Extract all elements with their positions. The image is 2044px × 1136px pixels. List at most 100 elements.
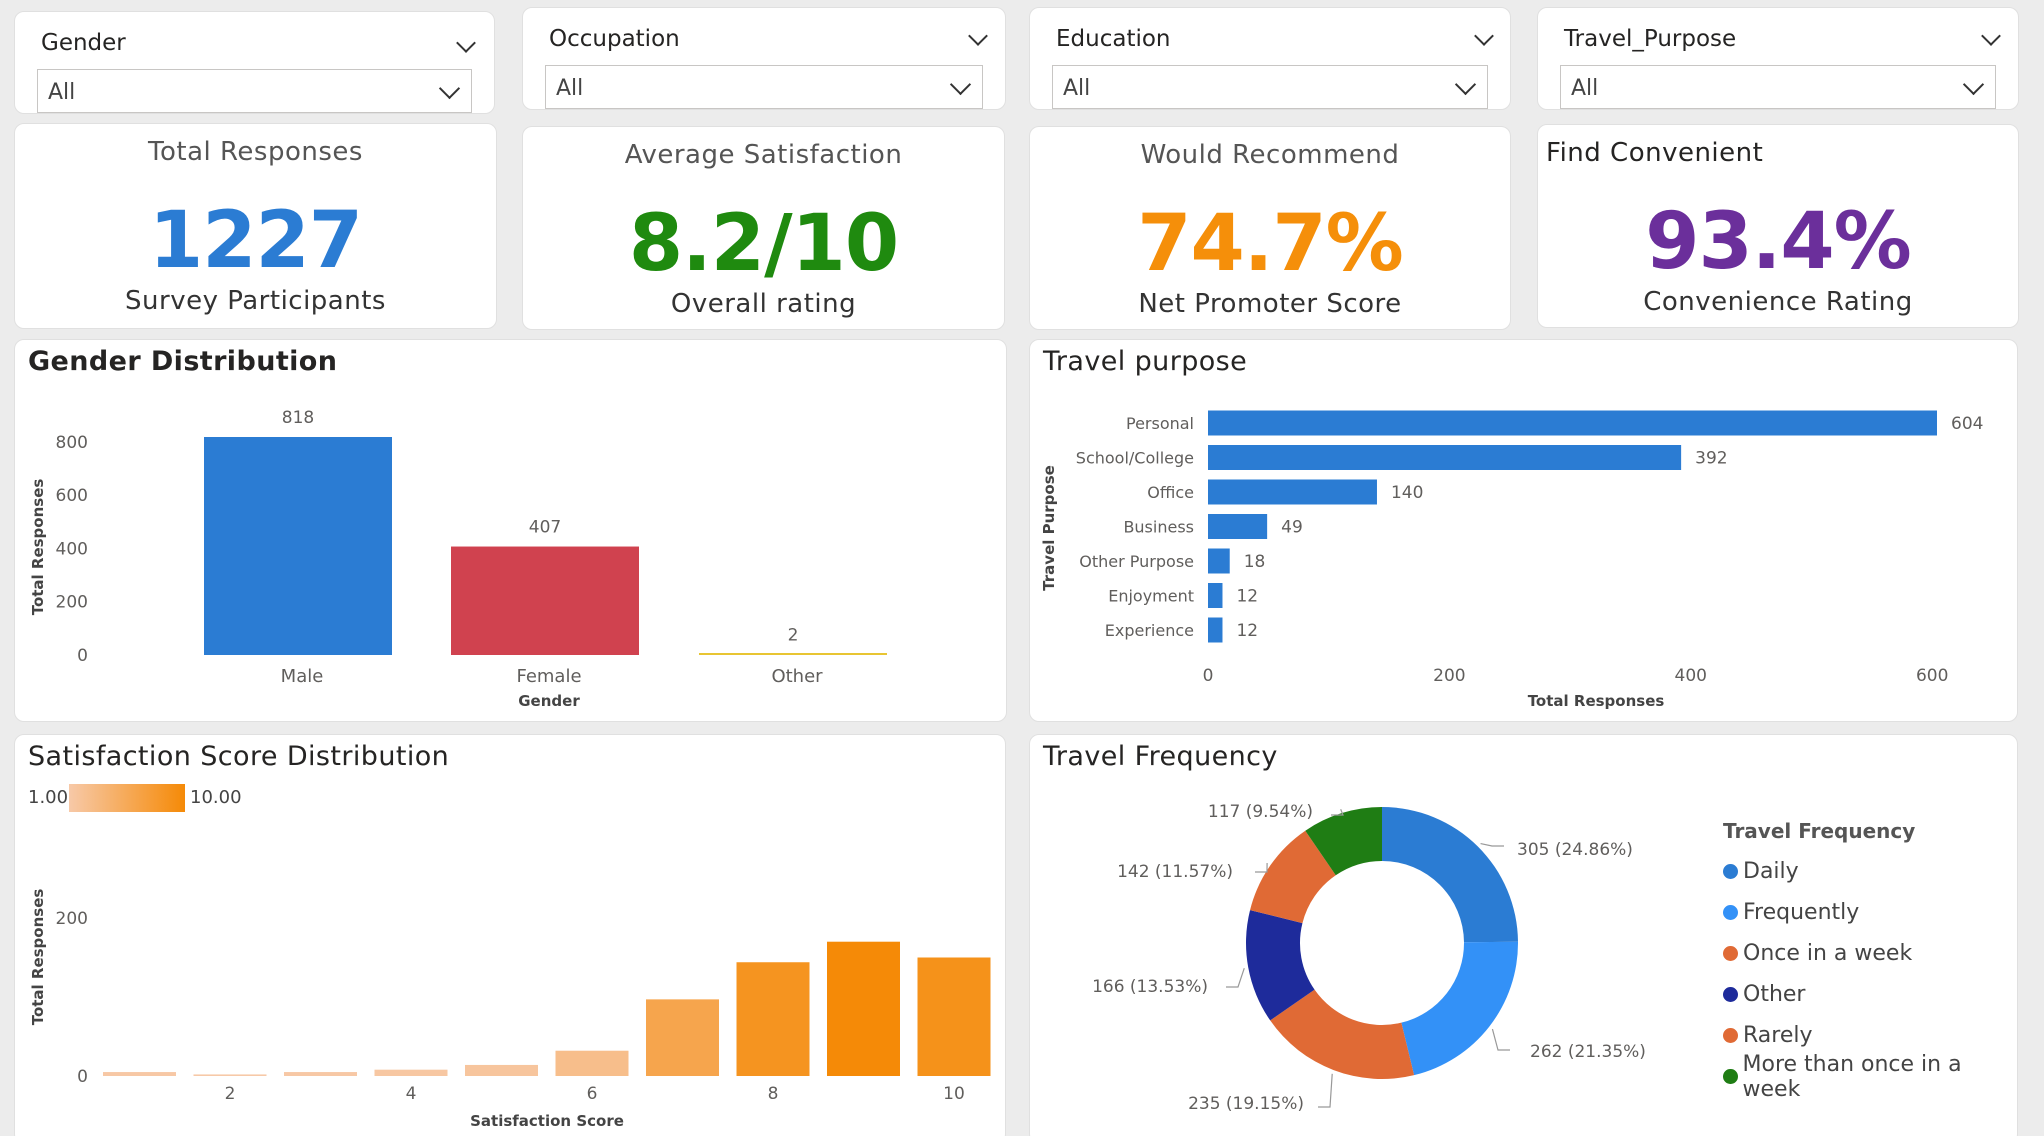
kpi-find-convenient: Find Convenient 93.4% Convenience Rating: [1537, 124, 2019, 328]
x-tick-label: 10: [943, 1084, 965, 1104]
y-tick-label: 200: [56, 593, 88, 613]
satisfaction-bar-chart: 0 200 2 4 6 8 10 Satisfaction Score Total Respon…: [29, 889, 991, 1130]
dropdown-value: All: [48, 80, 76, 105]
gender-dropdown[interactable]: All: [37, 69, 472, 113]
bar-score-2: [193, 1074, 267, 1076]
kpi-subtitle: Survey Participants: [125, 286, 386, 316]
legend-dot: [1723, 1028, 1738, 1043]
chevron-down-icon[interactable]: [949, 73, 972, 96]
gender-slicer[interactable]: Gender All: [14, 11, 495, 114]
travel-frequency-donut-chart: 305 (24.86%) 262 (21.35%) 235 (19.15%) 166 …: [1092, 802, 1646, 1114]
chevron-down-icon[interactable]: [1981, 26, 2001, 46]
education-slicer[interactable]: Education All: [1029, 7, 1511, 110]
legend-dot: [1723, 864, 1738, 879]
data-label: 262 (21.35%): [1530, 1042, 1646, 1062]
dropdown-value: All: [1571, 76, 1599, 101]
data-label: 18: [1244, 552, 1266, 572]
bar-other: [699, 653, 887, 655]
legend-item-frequently[interactable]: Frequently: [1723, 892, 2017, 933]
data-label: 117 (9.54%): [1208, 802, 1313, 822]
legend-label: More than once in a week: [1742, 1051, 1962, 1102]
gender-distribution-chart: Gender Distribution 0 200 400 600 800 818 Male…: [14, 339, 1007, 722]
x-tick-label: 4: [406, 1084, 417, 1104]
bar-score-3: [284, 1072, 357, 1076]
leader-line: [1318, 1073, 1333, 1108]
bar-personal: [1208, 410, 1937, 436]
legend-label: Once in a week: [1743, 941, 1913, 966]
data-label: 392: [1695, 449, 1727, 469]
bar-business: [1208, 514, 1268, 539]
legend-item-once-in-a-week[interactable]: Once in a week: [1723, 933, 2017, 974]
kpi-would-recommend: Would Recommend 74.7% Net Promoter Score: [1029, 126, 1511, 330]
legend-dot: [1723, 946, 1738, 961]
bar-school-college: [1208, 445, 1682, 470]
x-tick-label: Female: [516, 666, 581, 687]
satisfaction-score-chart: Satisfaction Score Distribution 1.00 10.…: [14, 734, 1006, 1136]
chevron-down-icon[interactable]: [968, 26, 988, 46]
legend-item-other[interactable]: Other: [1723, 974, 2017, 1015]
education-dropdown[interactable]: All: [1052, 65, 1488, 109]
occupation-slicer[interactable]: Occupation All: [522, 7, 1006, 110]
legend-dot: [1723, 1069, 1738, 1084]
data-label: 12: [1236, 621, 1258, 641]
x-tick-label: Other: [771, 666, 823, 687]
travel-purpose-dropdown[interactable]: All: [1560, 65, 1996, 109]
y-tick-label: Office: [1147, 483, 1194, 502]
chevron-down-icon[interactable]: [1454, 73, 1477, 96]
slicer-title: Gender: [41, 30, 126, 56]
data-label: 604: [1951, 414, 1983, 434]
kpi-total-responses: Total Responses 1227 Survey Participants: [14, 123, 497, 329]
y-tick-label: 800: [56, 433, 88, 453]
chevron-down-icon[interactable]: [456, 33, 476, 53]
y-tick-label: School/College: [1076, 449, 1194, 468]
y-tick-label: Other Purpose: [1079, 552, 1194, 571]
x-tick-label: 6: [587, 1084, 598, 1104]
y-tick-label: 0: [77, 646, 88, 666]
travel-frequency-chart: Travel Frequency 305 (24.86%) 262 (21.35%…: [1029, 734, 2018, 1136]
chevron-down-icon[interactable]: [438, 77, 461, 100]
x-tick-label: 8: [768, 1084, 779, 1104]
data-label: 235 (19.15%): [1188, 1094, 1304, 1114]
x-tick-label: 0: [1203, 666, 1214, 686]
x-tick-label: 400: [1675, 666, 1707, 686]
data-label: 166 (13.53%): [1092, 977, 1208, 997]
bar-office: [1208, 479, 1377, 505]
kpi-subtitle: Overall rating: [670, 289, 857, 319]
kpi-average-satisfaction: Average Satisfaction 8.2/10 Overall rati…: [522, 126, 1005, 330]
travel-purpose-slicer[interactable]: Travel_Purpose All: [1537, 7, 2019, 110]
legend-title: Travel Frequency: [1723, 819, 1916, 843]
occupation-dropdown[interactable]: All: [545, 65, 983, 109]
leader-line: [1255, 863, 1268, 873]
data-label: 12: [1236, 587, 1258, 607]
legend-item-daily[interactable]: Daily: [1723, 851, 2017, 892]
y-tick-label: Enjoyment: [1108, 587, 1194, 606]
y-axis-title: Total Responses: [29, 889, 47, 1026]
y-tick-label: 400: [56, 539, 88, 559]
legend-label: Other: [1743, 982, 1806, 1007]
legend-item-rarely[interactable]: Rarely: [1723, 1015, 2017, 1056]
chevron-down-icon[interactable]: [1962, 73, 1985, 96]
slicer-title: Travel_Purpose: [1564, 26, 1737, 52]
chevron-down-icon[interactable]: [1474, 26, 1494, 46]
legend-dot: [1723, 905, 1738, 920]
legend-item-more-than-once-in-a-week[interactable]: More than once in a week: [1723, 1052, 2017, 1102]
bar-experience: [1208, 617, 1223, 643]
bar-score-10: [917, 957, 991, 1076]
x-tick-label: 2: [225, 1084, 236, 1104]
kpi-value: 8.2/10: [628, 199, 899, 289]
legend-dot: [1723, 987, 1738, 1002]
legend-label: Rarely: [1743, 1023, 1813, 1048]
data-label: 142 (11.57%): [1117, 862, 1233, 882]
x-tick-label: 600: [1916, 666, 1948, 686]
slice-frequently: [1401, 941, 1518, 1076]
data-label: 407: [529, 518, 561, 538]
y-axis-title: Total Responses: [29, 479, 47, 616]
x-axis-title: Gender: [518, 692, 580, 710]
bar-score-7: [646, 999, 719, 1076]
y-axis-title: Travel Purpose: [1040, 465, 1058, 591]
dropdown-value: All: [1063, 76, 1091, 101]
leader-line: [1226, 967, 1245, 988]
bar-other-purpose: [1208, 548, 1230, 574]
bar-male: [204, 437, 392, 655]
bar-score-6: [555, 1050, 629, 1076]
